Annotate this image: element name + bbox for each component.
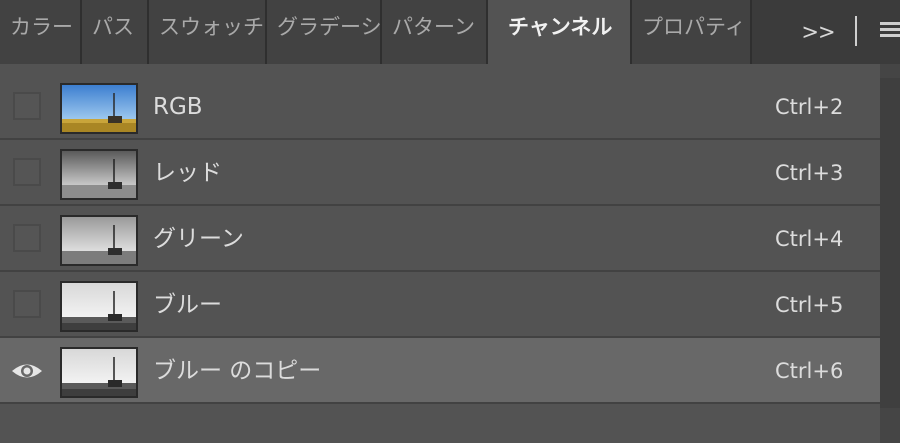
tab-paths[interactable]: パス xyxy=(82,0,149,64)
channel-row-rgb[interactable]: RGB Ctrl+2 xyxy=(0,74,880,140)
tab-separator xyxy=(855,16,857,46)
channel-name: レッド xyxy=(153,160,222,186)
panel-tab-bar: カラー パス スウォッチ グラデーシ パターン チャンネル プロパティ >> xyxy=(0,0,900,64)
channel-shortcut: Ctrl+5 xyxy=(775,293,844,317)
channel-row-blue-copy[interactable]: ブルー のコピー Ctrl+6 xyxy=(0,338,880,404)
visibility-toggle[interactable] xyxy=(13,92,41,120)
tab-swatches[interactable]: スウォッチ xyxy=(149,0,267,64)
thumbnail-image xyxy=(62,283,136,330)
channel-name: ブルー のコピー xyxy=(153,358,322,384)
scrollbar-thumb[interactable] xyxy=(880,78,900,408)
channel-name: RGB xyxy=(153,94,203,120)
channel-row-blue[interactable]: ブルー Ctrl+5 xyxy=(0,272,880,338)
channel-list: RGB Ctrl+2 レッド Ctrl+3 グリーン Ctrl+4 ブルー Ct… xyxy=(0,64,880,443)
channel-shortcut: Ctrl+2 xyxy=(775,95,844,119)
channel-thumbnail xyxy=(60,215,138,266)
channel-shortcut: Ctrl+3 xyxy=(775,161,844,185)
visibility-toggle[interactable] xyxy=(13,224,41,252)
channel-shortcut: Ctrl+6 xyxy=(775,359,844,383)
tab-overflow-button[interactable]: >> xyxy=(796,12,840,52)
channel-name: グリーン xyxy=(153,226,244,252)
visibility-toggle[interactable] xyxy=(13,290,41,318)
tab-properties[interactable]: プロパティ xyxy=(632,0,752,64)
tab-channels[interactable]: チャンネル xyxy=(488,0,632,64)
channel-thumbnail xyxy=(60,83,138,134)
thumbnail-image xyxy=(62,85,136,132)
visibility-toggle[interactable] xyxy=(13,158,41,186)
tab-gradients[interactable]: グラデーシ xyxy=(267,0,382,64)
thumbnail-image xyxy=(62,151,136,198)
panel-menu-icon[interactable] xyxy=(880,22,900,42)
channel-row-red[interactable]: レッド Ctrl+3 xyxy=(0,140,880,206)
channel-thumbnail xyxy=(60,281,138,332)
thumbnail-image xyxy=(62,349,136,396)
channel-row-green[interactable]: グリーン Ctrl+4 xyxy=(0,206,880,272)
thumbnail-image xyxy=(62,217,136,264)
tab-patterns[interactable]: パターン xyxy=(382,0,488,64)
channel-thumbnail xyxy=(60,149,138,200)
channel-shortcut: Ctrl+4 xyxy=(775,227,844,251)
channel-thumbnail xyxy=(60,347,138,398)
eye-icon[interactable] xyxy=(10,358,44,384)
tab-color[interactable]: カラー xyxy=(0,0,82,64)
channel-name: ブルー xyxy=(153,292,222,318)
